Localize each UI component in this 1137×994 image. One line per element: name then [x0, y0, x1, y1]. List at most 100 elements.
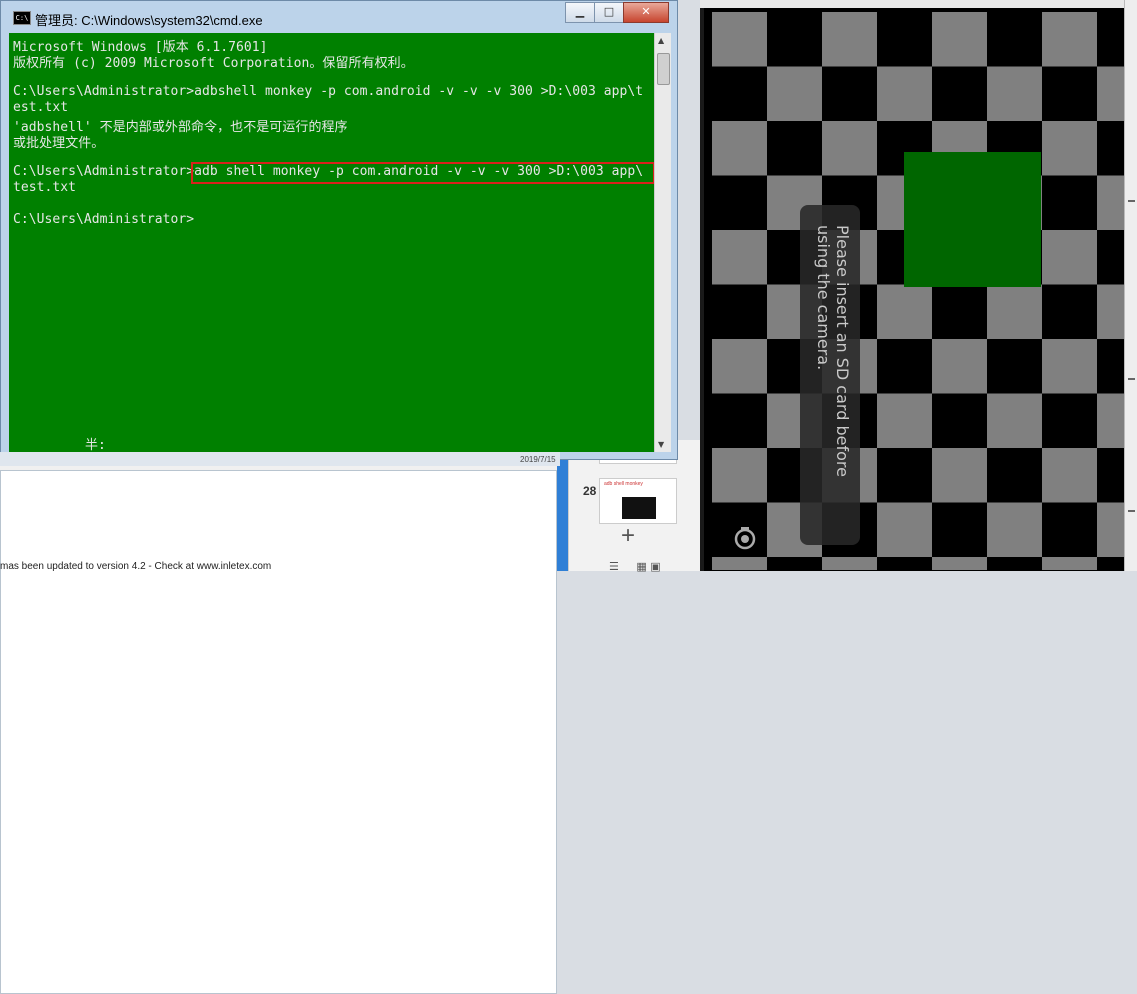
checker-square — [1097, 121, 1124, 176]
checker-square — [932, 502, 987, 557]
console-line: est.txt — [13, 100, 69, 115]
checker-square — [932, 557, 987, 570]
scroll-tick — [1128, 200, 1135, 202]
emulator-top-strip — [700, 0, 1137, 8]
console-line: 或批处理文件。 — [13, 136, 105, 151]
console-line: C:\Users\Administrator> — [13, 212, 195, 227]
checker-square — [987, 502, 1042, 557]
checker-square — [712, 393, 767, 448]
thumbnail-image — [622, 497, 656, 519]
scroll-thumb[interactable] — [657, 53, 670, 85]
scroll-tick — [1128, 378, 1135, 380]
checker-square — [877, 284, 932, 339]
grid-view-icon[interactable]: ▦ — [636, 560, 646, 573]
cmd-title-bar[interactable]: C:\ 管理员: C:\Windows\system32\cmd.exe ▁ □… — [1, 1, 677, 34]
tile-view-icon[interactable]: ▣ — [650, 560, 660, 573]
scroll-down-icon[interactable]: ▼ — [658, 440, 664, 449]
close-button[interactable]: ✕ — [623, 2, 669, 23]
checker-square — [1042, 175, 1097, 230]
checker-square — [877, 339, 932, 394]
checker-square — [712, 121, 767, 176]
checker-square — [877, 448, 932, 503]
view-toolbar: ☰ ▦ ▣ — [609, 560, 661, 573]
checker-square — [932, 339, 987, 394]
slide-number: 28 — [583, 484, 597, 498]
checker-square — [877, 66, 932, 121]
checker-square — [877, 12, 932, 67]
checker-square — [1097, 284, 1124, 339]
menu-icon[interactable]: ☰ — [609, 560, 619, 573]
checker-square — [1097, 12, 1124, 67]
scroll-tick — [1128, 510, 1135, 512]
checker-square — [987, 284, 1042, 339]
checker-square — [1042, 393, 1097, 448]
console-line: 版权所有 (c) 2009 Microsoft Corporation。保留所有… — [13, 56, 414, 71]
background-status-text: mas been updated to version 4.2 - Check … — [0, 561, 272, 572]
checker-square — [1042, 557, 1097, 570]
caption-buttons: ▁ □ ✕ — [565, 2, 669, 23]
checker-square — [987, 448, 1042, 503]
thumbnail-caption: adb shell monkey — [604, 481, 643, 487]
minimize-button[interactable]: ▁ — [565, 2, 595, 23]
checker-square — [1097, 448, 1124, 503]
toast-text: Please insert an SD card before using th… — [814, 225, 852, 477]
checker-square — [822, 12, 877, 67]
taskbar-date: 2019/7/15 — [520, 455, 556, 464]
camera-switch-icon[interactable] — [732, 525, 758, 551]
checker-square — [1042, 339, 1097, 394]
checker-square — [1042, 12, 1097, 67]
console-output[interactable]: Microsoft Windows [版本 6.1.7601] 版权所有 (c)… — [9, 33, 654, 452]
add-slide-button[interactable]: + — [621, 522, 635, 550]
checker-square — [822, 121, 877, 176]
checker-square — [712, 339, 767, 394]
checker-square — [1042, 230, 1097, 285]
ime-status: 半: — [85, 438, 106, 452]
console-scrollbar[interactable]: ▲ ▼ — [654, 33, 671, 452]
checker-square — [932, 12, 987, 67]
checker-square — [1097, 502, 1124, 557]
checker-square — [987, 393, 1042, 448]
checker-square — [822, 66, 877, 121]
cmd-window: C:\ 管理员: C:\Windows\system32\cmd.exe ▁ □… — [0, 0, 678, 460]
checker-square — [712, 175, 767, 230]
camera-preview-checkerboard — [712, 12, 1124, 570]
checker-square — [987, 557, 1042, 570]
checker-square — [1097, 557, 1124, 570]
scroll-up-icon[interactable]: ▲ — [658, 36, 664, 45]
camera-preview-green-square — [904, 152, 1041, 287]
checker-square — [767, 12, 822, 67]
command-highlight-box — [191, 162, 654, 184]
checker-square — [767, 121, 822, 176]
checker-square — [1097, 393, 1124, 448]
maximize-button[interactable]: □ — [594, 2, 624, 23]
checker-square — [712, 284, 767, 339]
slide-thumbnail-current[interactable]: adb shell monkey — [599, 478, 677, 524]
checker-square — [822, 557, 877, 570]
checker-square — [1042, 284, 1097, 339]
checker-square — [877, 557, 932, 570]
console-line: test.txt — [13, 180, 77, 195]
checker-square — [877, 502, 932, 557]
checker-square — [1042, 502, 1097, 557]
checker-square — [767, 557, 822, 570]
checker-square — [712, 448, 767, 503]
right-edge-scrollbar[interactable] — [1124, 0, 1137, 571]
checker-square — [712, 230, 767, 285]
checker-square — [712, 66, 767, 121]
checker-square — [987, 12, 1042, 67]
checker-square — [1097, 230, 1124, 285]
cmd-icon[interactable]: C:\ — [13, 11, 31, 25]
checker-square — [712, 557, 767, 570]
checker-square — [712, 12, 767, 67]
window-title: 管理员: C:\Windows\system32\cmd.exe — [35, 13, 263, 28]
checker-square — [1097, 339, 1124, 394]
checker-square — [932, 66, 987, 121]
background-document — [0, 470, 557, 994]
checker-square — [932, 393, 987, 448]
checker-square — [1042, 121, 1097, 176]
checker-square — [1097, 175, 1124, 230]
checker-square — [767, 66, 822, 121]
checker-square — [932, 448, 987, 503]
checker-square — [1097, 66, 1124, 121]
checker-square — [932, 284, 987, 339]
